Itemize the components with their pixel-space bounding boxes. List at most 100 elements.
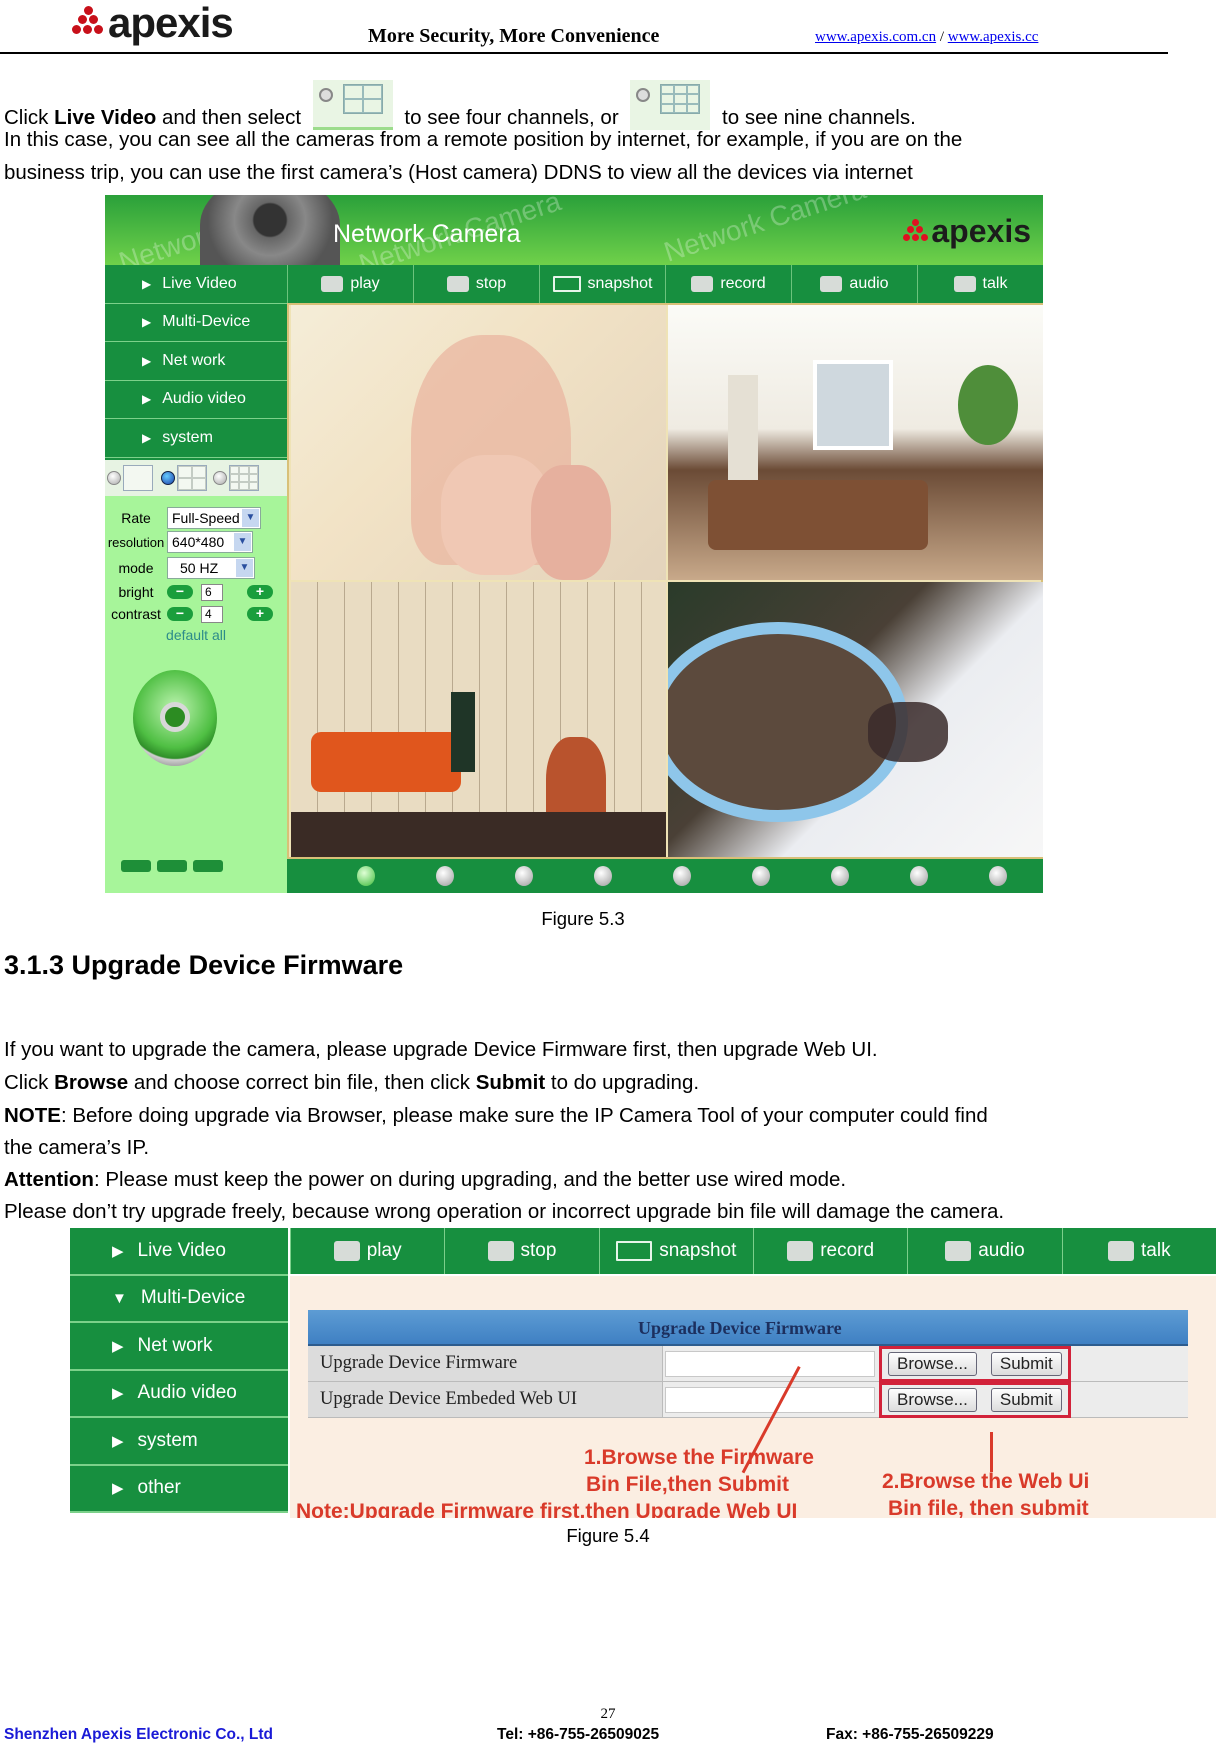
menu-item-audio-video[interactable]: ▶ Audio video (70, 1370, 288, 1418)
mode-label: mode (118, 560, 154, 576)
submit-emphasis: Submit (475, 1071, 546, 1094)
video-camera-icon (787, 1241, 814, 1261)
ptz-direction-pad[interactable] (133, 670, 217, 766)
rate-select[interactable]: Full-Speed ▼ (167, 507, 261, 529)
submit-webui-button[interactable]: Submit (990, 1387, 1062, 1412)
default-all-link[interactable]: default all (105, 627, 287, 643)
text: and choose correct bin file, then click (128, 1071, 476, 1094)
audio-button[interactable]: audio (791, 265, 917, 303)
menu-item-live-video[interactable]: ▶ Live Video (105, 265, 287, 304)
video-channel-4[interactable] (668, 582, 1043, 857)
talk-button[interactable]: talk (1061, 1228, 1216, 1274)
note-label: NOTE (4, 1104, 61, 1127)
channel-7-button[interactable] (831, 866, 849, 886)
brand-text: apexis (931, 213, 1031, 249)
play-triangle-icon: ▶ (142, 430, 152, 445)
menu-label: Net work (137, 1334, 213, 1356)
layout-radio-nine[interactable] (213, 471, 227, 485)
header-logo: apexis (72, 2, 234, 44)
menu-item-network[interactable]: ▶ Net work (70, 1323, 288, 1371)
channel-5-button[interactable] (673, 866, 691, 886)
nine-channel-layout-icon (229, 465, 259, 491)
watermark: Network Camera (660, 195, 870, 268)
resolution-select[interactable]: 640*480 ▼ (167, 531, 253, 553)
audio-button[interactable]: audio (907, 1228, 1061, 1274)
channel-8-button[interactable] (910, 866, 928, 886)
annotation-line: 1.Browse the Firmware (584, 1446, 814, 1469)
focus-button[interactable] (193, 860, 223, 872)
text: Click (4, 1071, 55, 1094)
play-icon (321, 276, 344, 292)
browse-emphasis: Browse (54, 1071, 129, 1094)
play-triangle-icon: ▶ (112, 1242, 124, 1260)
snapshot-button[interactable]: snapshot (598, 1228, 753, 1274)
record-button[interactable]: record (665, 265, 791, 303)
table-row: Upgrade Device Firmware Browse... Submit (308, 1345, 1188, 1382)
apexis-dots-icon (903, 218, 929, 245)
stop-button[interactable]: stop (413, 265, 539, 303)
play-triangle-icon: ▶ (112, 1337, 124, 1355)
channel-6-button[interactable] (752, 866, 770, 886)
video-channel-2[interactable] (668, 305, 1043, 580)
channel-selector-bar (287, 859, 1043, 893)
channel-1-button[interactable] (357, 866, 375, 886)
table-row: Upgrade Device Embeded Web UI Browse... … (308, 1381, 1188, 1418)
banner-brand: apexis (903, 213, 1031, 250)
channel-4-button[interactable] (594, 866, 612, 886)
menu-item-network[interactable]: ▶ Net work (105, 342, 287, 381)
menu-item-other[interactable]: ▶ other (70, 1465, 288, 1513)
row-label: Upgrade Device Firmware (308, 1346, 663, 1381)
snapshot-button[interactable]: snapshot (539, 265, 665, 303)
annotation-note: Note:Upgrade Firmware first,then Upgrade… (296, 1500, 798, 1518)
menu-item-multi-device[interactable]: ▼ Multi-Device (70, 1275, 288, 1323)
video-channel-1[interactable] (291, 305, 666, 580)
zoom-in-button[interactable] (121, 860, 151, 872)
play-button[interactable]: play (287, 265, 413, 303)
link-apexis-cc[interactable]: www.apexis.cc (948, 29, 1039, 45)
bright-decrease-button[interactable]: − (167, 584, 193, 599)
attention-label: Attention (4, 1168, 94, 1191)
single-channel-layout-icon (123, 465, 153, 491)
mode-select[interactable]: 50 HZ ▼ (167, 557, 255, 579)
talk-button[interactable]: talk (917, 265, 1043, 303)
upgrade-sidebar-menu: ▶ Live Video ▼ Multi-Device ▶ Net work ▶ Aud… (70, 1228, 288, 1513)
channel-2-button[interactable] (436, 866, 454, 886)
channel-3-button[interactable] (515, 866, 533, 886)
bright-label: bright (118, 584, 154, 600)
menu-item-system[interactable]: ▶ system (105, 419, 287, 458)
submit-firmware-button[interactable]: Submit (990, 1351, 1062, 1376)
menu-item-live-video[interactable]: ▶ Live Video (70, 1228, 288, 1276)
annotation-2: 2.Browse the Web Ui Bin file, then submit (882, 1468, 1089, 1518)
rate-row: Rate Full-Speed ▼ (105, 507, 287, 529)
bright-increase-button[interactable]: + (247, 584, 273, 599)
resolution-value: 640*480 (172, 534, 225, 550)
browse-firmware-button[interactable]: Browse... (888, 1351, 977, 1376)
firmware-file-input[interactable] (665, 1350, 875, 1377)
upgrade-toolbar: play stop snapshot record audio talk (290, 1228, 1216, 1274)
contrast-increase-button[interactable]: + (247, 606, 273, 621)
contrast-value-input[interactable]: 4 (201, 605, 223, 623)
footer-company: Shenzhen Apexis Electronic Co., Ltd (4, 1726, 273, 1743)
upgrade-table: Upgrade Device Firmware Upgrade Device F… (308, 1310, 1188, 1418)
browse-webui-button[interactable]: Browse... (888, 1387, 977, 1412)
play-button[interactable]: play (290, 1228, 444, 1274)
contrast-label: contrast (111, 606, 161, 622)
menu-item-audio-video[interactable]: ▶ Audio video (105, 380, 287, 419)
webui-file-input[interactable] (665, 1386, 875, 1413)
zoom-out-button[interactable] (157, 860, 187, 872)
contrast-decrease-button[interactable]: − (167, 606, 193, 621)
record-button[interactable]: record (752, 1228, 907, 1274)
layout-radio-four[interactable] (161, 471, 175, 485)
play-triangle-icon: ▶ (112, 1385, 124, 1403)
attention-paragraph: Attention: Please must keep the power on… (4, 1163, 846, 1196)
video-channel-3[interactable] (291, 582, 666, 857)
bright-value-input[interactable]: 6 (201, 583, 223, 601)
annotation-line: Bin file, then submit (888, 1497, 1089, 1518)
layout-radio-single[interactable] (107, 471, 121, 485)
stop-button[interactable]: stop (444, 1228, 598, 1274)
link-apexis-com-cn[interactable]: www.apexis.com.cn (815, 29, 936, 45)
dome-camera-image (200, 195, 340, 275)
channel-9-button[interactable] (989, 866, 1007, 886)
menu-item-system[interactable]: ▶ system (70, 1418, 288, 1466)
menu-item-multi-device[interactable]: ▶ Multi-Device (105, 303, 287, 342)
